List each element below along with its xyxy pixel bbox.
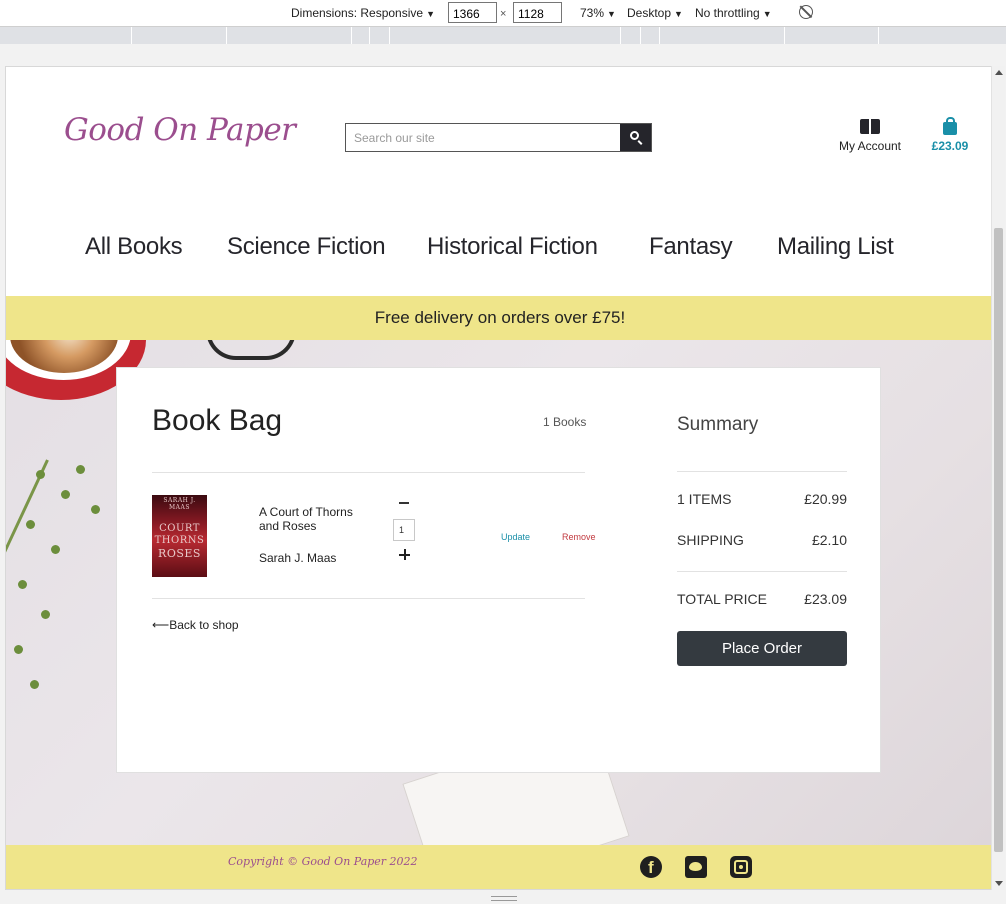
viewport-scrollbar[interactable] xyxy=(991,66,1005,890)
book-icon xyxy=(860,119,880,135)
chevron-down-icon: ▼ xyxy=(762,9,772,19)
device-dropdown[interactable]: Desktop ▼ xyxy=(627,6,683,20)
divider xyxy=(152,598,585,599)
remove-link[interactable]: Remove xyxy=(562,532,596,542)
plant-stem xyxy=(6,459,49,715)
bag-count: 1 Books xyxy=(543,415,587,429)
main-nav: All Books Science Fiction Historical Fic… xyxy=(6,233,992,273)
book-title: A Court of Thorns and Roses xyxy=(259,505,353,533)
resize-handle[interactable] xyxy=(491,896,517,901)
cover-title-text: THORNS xyxy=(154,535,205,546)
leaf xyxy=(51,545,60,554)
leaf xyxy=(18,580,27,589)
quantity-input[interactable] xyxy=(393,519,415,541)
nav-historical-fiction[interactable]: Historical Fiction xyxy=(427,233,598,261)
leaf xyxy=(30,680,39,689)
leaf xyxy=(36,470,45,479)
decrease-quantity-button[interactable] xyxy=(397,495,411,509)
shopping-bag-icon xyxy=(943,117,957,135)
search-input[interactable] xyxy=(346,124,621,151)
my-account-link[interactable]: My Account xyxy=(835,119,905,153)
divider xyxy=(152,472,585,473)
rotate-icon[interactable] xyxy=(799,5,813,19)
chevron-down-icon: ▼ xyxy=(426,9,435,19)
search-button[interactable] xyxy=(620,124,651,151)
leaf xyxy=(14,645,23,654)
plant-image xyxy=(6,450,116,750)
shipping-label: SHIPPING xyxy=(677,532,744,548)
glasses-image xyxy=(206,340,296,360)
bag-total: £23.09 xyxy=(931,139,969,153)
cover-title-text: COURT xyxy=(159,523,200,534)
items-value: £20.99 xyxy=(804,491,847,507)
scroll-up-arrow-icon[interactable] xyxy=(995,70,1003,75)
ruler-tick xyxy=(369,27,370,44)
total-label: TOTAL PRICE xyxy=(677,591,767,607)
book-bag-card: Book Bag 1 Books SARAH J. MAAS COURT THO… xyxy=(116,367,881,773)
cover-author-text: SARAH J. MAAS xyxy=(163,497,196,511)
divider xyxy=(677,471,847,472)
search-bar xyxy=(345,123,652,152)
ruler-tick xyxy=(131,27,132,44)
dimensions-label: Dimensions: Responsive xyxy=(291,6,424,20)
dimensions-dropdown[interactable]: Dimensions: Responsive ▼ xyxy=(291,6,435,20)
site-footer: Copyright © Good On Paper 2022 f xyxy=(6,845,992,889)
device-label: Desktop xyxy=(627,6,672,20)
total-value: £23.09 xyxy=(804,591,847,607)
nav-all-books[interactable]: All Books xyxy=(85,233,183,261)
page-title: Book Bag xyxy=(152,404,283,437)
chevron-down-icon: ▼ xyxy=(607,9,616,19)
scroll-thumb[interactable] xyxy=(994,228,1003,852)
media-query-ruler[interactable] xyxy=(0,27,1006,44)
nav-science-fiction[interactable]: Science Fiction xyxy=(227,233,386,261)
nav-fantasy[interactable]: Fantasy xyxy=(649,233,733,261)
times-separator: × xyxy=(500,8,507,20)
summary-title: Summary xyxy=(677,414,759,435)
height-input[interactable] xyxy=(513,2,562,23)
ruler-tick xyxy=(226,27,227,44)
ruler-tick xyxy=(878,27,879,44)
delivery-banner: Free delivery on orders over £75! xyxy=(6,296,992,340)
devtools-toolbar: Dimensions: Responsive▼ × 73%▼ Desktop▼ … xyxy=(0,0,1006,27)
zoom-dropdown[interactable]: 73% ▼ xyxy=(580,6,616,20)
back-to-shop-link[interactable]: ⟵Back to shop xyxy=(152,618,239,632)
page-viewport: Good On Paper My Account £23.09 All Book… xyxy=(5,66,993,890)
instagram-icon[interactable] xyxy=(730,856,752,878)
leaf xyxy=(41,610,50,619)
nav-mailing-list[interactable]: Mailing List xyxy=(777,233,894,261)
twitter-icon[interactable] xyxy=(685,856,707,878)
ruler-tick xyxy=(640,27,641,44)
book-author: Sarah J. Maas xyxy=(259,551,337,565)
leaf xyxy=(76,465,85,474)
ruler-tick xyxy=(351,27,352,44)
shopping-bag-link[interactable]: £23.09 xyxy=(928,117,972,153)
facebook-icon[interactable]: f xyxy=(640,856,662,878)
shipping-value: £2.10 xyxy=(811,532,847,548)
search-icon xyxy=(630,131,639,140)
place-order-button[interactable]: Place Order xyxy=(677,631,847,666)
width-input[interactable] xyxy=(448,2,497,23)
zoom-label: 73% xyxy=(580,6,605,20)
ruler-tick xyxy=(659,27,660,44)
ruler-tick xyxy=(389,27,390,44)
leaf xyxy=(26,520,35,529)
update-link[interactable]: Update xyxy=(501,532,530,542)
ruler-tick xyxy=(620,27,621,44)
cover-title-text: ROSES xyxy=(158,547,201,560)
scroll-down-arrow-icon[interactable] xyxy=(995,881,1003,886)
leaf xyxy=(61,490,70,499)
copyright-text: Copyright © Good On Paper 2022 xyxy=(228,855,418,868)
increase-quantity-button[interactable] xyxy=(397,548,411,562)
chevron-down-icon: ▼ xyxy=(674,9,683,19)
throttling-label: No throttling xyxy=(695,6,760,20)
divider xyxy=(677,571,847,572)
items-label: 1 ITEMS xyxy=(677,491,732,507)
ruler-tick xyxy=(784,27,785,44)
site-logo[interactable]: Good On Paper xyxy=(64,112,296,148)
leaf xyxy=(91,505,100,514)
book-cover-image[interactable]: SARAH J. MAAS COURT THORNS ROSES xyxy=(152,495,207,577)
account-label: My Account xyxy=(838,139,902,153)
throttling-dropdown[interactable]: No throttling ▼ xyxy=(695,6,772,20)
